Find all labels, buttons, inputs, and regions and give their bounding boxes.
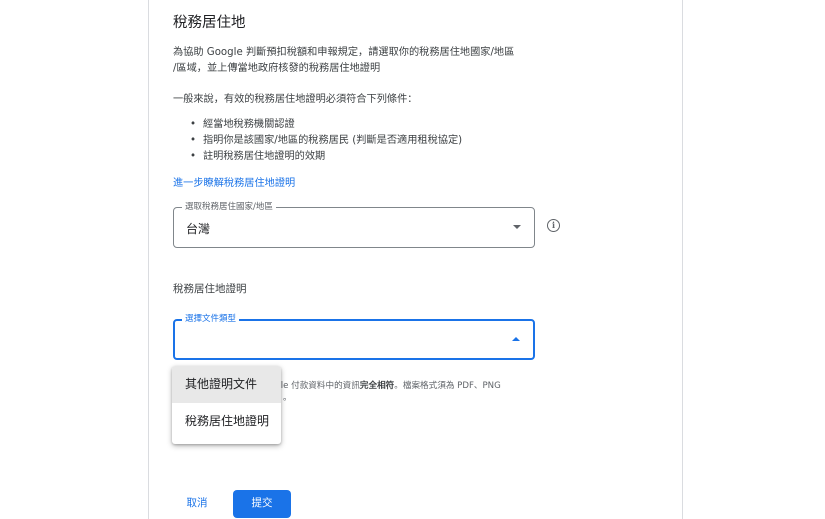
list-item: 經當地稅務機關認證 [190,117,462,133]
conditions-intro: 一般來說，有效的稅務居住地證明必須符合下列條件： [173,94,418,105]
helper-text-suffix: 。檔案格式須為 PDF、PNG [394,381,501,391]
doctype-dropdown-menu: 其他證明文件 稅務居住地證明 [172,366,281,444]
list-item: 註明稅務居住地證明的效期 [190,149,462,165]
intro-text: 為協助 Google 判斷預扣稅額和申報規定，請選取你的稅務居住地國家/地區 /… [173,45,543,77]
menu-item-residency-certificate[interactable]: 稅務居住地證明 [172,403,281,440]
doctype-select[interactable]: 選擇文件類型 [173,313,535,360]
menu-item-other-document[interactable]: 其他證明文件 [172,366,281,403]
doctype-select-label: 選擇文件類型 [182,313,240,325]
submit-button[interactable]: 提交 [233,490,291,518]
page-title: 稅務居住地 [173,15,246,31]
cancel-button[interactable]: 取消 [176,491,218,515]
list-item: 指明你是該國家/地區的稅務居民 (判斷是否適用租稅協定) [190,133,462,149]
info-icon[interactable]: i [547,219,560,232]
chevron-up-icon [512,337,520,341]
intro-line-2: /區域，並上傳當地政府核發的稅務居住地證明 [173,63,381,74]
helper-text-prefix: ogle 付款資料中的資訊 [270,381,360,391]
country-select-label: 選取稅務居住國家/地區 [182,201,276,213]
chevron-down-icon [513,225,521,229]
country-select[interactable]: 選取稅務居住國家/地區 台灣 [173,201,535,248]
helper-text-bold: 完全相符 [359,381,395,391]
conditions-list: 經當地稅務機關認證 指明你是該國家/地區的稅務居民 (判斷是否適用租稅協定) 註… [190,117,462,165]
learn-more-link[interactable]: 進一步瞭解稅務居住地證明 [173,174,295,189]
country-select-value: 台灣 [186,222,211,236]
intro-line-1: 為協助 Google 判斷預扣稅額和申報規定，請選取你的稅務居住地國家/地區 [173,47,515,58]
certificate-section-heading: 稅務居住地證明 [173,283,247,295]
